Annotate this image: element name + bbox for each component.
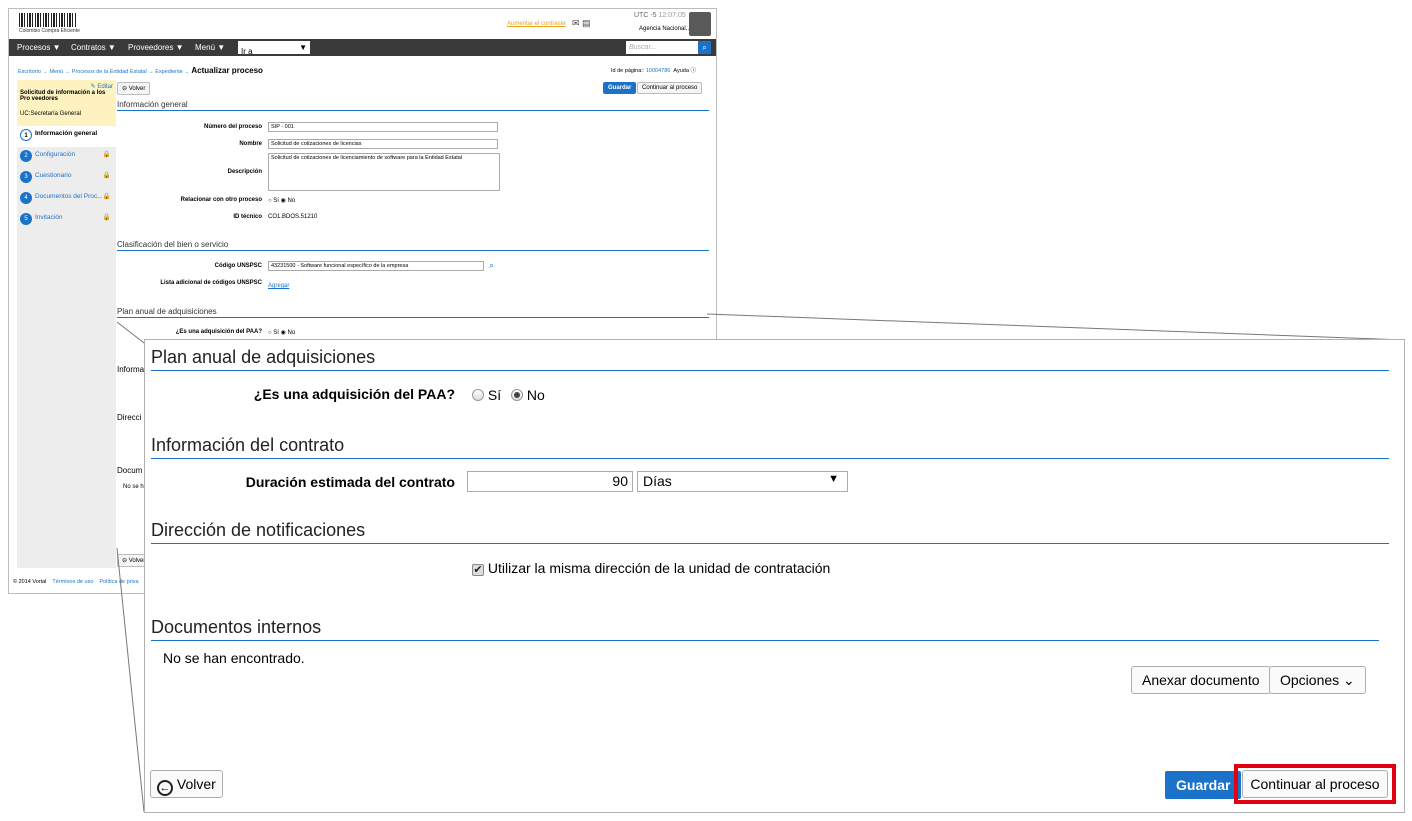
search-input[interactable]: Buscar... — [626, 41, 698, 54]
highlight-box: Continuar al proceso — [1234, 764, 1396, 804]
edit-link[interactable]: ✎ Editar — [20, 83, 113, 90]
section-contract: Información del contrato — [151, 435, 1389, 459]
back-arrow-icon: ← — [157, 780, 173, 796]
name-label: Nombre — [239, 141, 262, 147]
top-bar: Colombio Compra Eficiente Aumentar el co… — [9, 9, 716, 39]
step-informacion-general[interactable]: 1 Información general — [17, 126, 116, 147]
checkbox-checked-icon: ✔ — [472, 564, 484, 576]
nav-contratos[interactable]: Contratos ▼ — [71, 43, 116, 52]
logo-text: Colombio Compra Eficiente — [19, 28, 80, 34]
lock-icon: 🔒 — [102, 214, 111, 221]
back-button-small[interactable]: ⊖ Volver — [117, 82, 151, 95]
sidebar-header: ✎ Editar Solicitud de información a los … — [17, 80, 116, 126]
nav-proveedores[interactable]: Proveedores ▼ — [128, 43, 184, 52]
relate-radio[interactable]: ○ Sí ◉ No — [268, 197, 295, 204]
paa-label: ¿Es una adquisición del PAA? — [253, 386, 455, 402]
clock: UTC -5 12:07:05 — [634, 12, 686, 19]
step-invitacion[interactable]: 5 Invitación 🔒 — [17, 210, 116, 231]
unspsc-label: Código UNSPSC — [214, 263, 262, 269]
unspsc-field[interactable]: 43231500 - Software funcional específico… — [268, 261, 484, 271]
save-button[interactable]: Guardar — [1165, 771, 1242, 799]
chevron-down-icon: ⌄ — [1343, 672, 1355, 688]
paa-yes-radio[interactable] — [472, 389, 484, 401]
paa-radio[interactable]: ○ Sí ◉ No — [268, 329, 295, 336]
section-paa: Plan anual de adquisiciones — [151, 347, 1389, 371]
duration-input[interactable]: 90 — [467, 471, 633, 492]
nav-procesos[interactable]: Procesos ▼ — [17, 43, 61, 52]
chevron-down-icon: ▼ — [828, 473, 839, 485]
contrast-link[interactable]: Aumentar el contraste — [507, 21, 566, 27]
sidebar: ✎ Editar Solicitud de información a los … — [17, 80, 116, 568]
docs-empty-text: No se han encontrado. — [163, 650, 305, 666]
process-title: Solicitud de información a los Pro veedo… — [20, 90, 106, 102]
options-button[interactable]: Opciones ⌄ — [1269, 666, 1366, 694]
section-docs: Documentos internos — [151, 617, 1379, 641]
section-paa: Plan anual de adquisiciones — [117, 307, 709, 318]
section-notify-trunc: Direcci — [117, 413, 142, 422]
section-general: Información general — [117, 100, 709, 111]
num-field[interactable]: SIP - 001 — [268, 122, 498, 132]
continue-button[interactable]: Continuar al proceso — [1242, 770, 1388, 798]
paa-no-radio[interactable] — [511, 389, 524, 401]
nav-menu[interactable]: Menú ▼ — [195, 43, 225, 52]
search-icon[interactable]: ⌕ — [698, 41, 711, 54]
breadcrumb: Escritorio → Menú → Procesos de la Entid… — [18, 66, 263, 75]
avatar[interactable] — [689, 12, 711, 36]
duration-label: Duración estimada del contrato — [245, 474, 455, 490]
lock-icon: 🔒 — [102, 193, 111, 200]
name-field[interactable]: Solicitud de cotizaciones de licencias — [268, 139, 498, 149]
logo-icon — [19, 13, 77, 27]
section-docs-trunc: Docum — [117, 466, 143, 475]
step-documentos[interactable]: 4 Documentos del Proc... 🔒 — [17, 189, 116, 210]
relate-label: Relacionar con otro proceso — [180, 197, 262, 203]
footer: © 2014 Vortal Términos de uso Política de … — [13, 579, 139, 585]
docs-empty-trunc: No se h — [123, 484, 144, 490]
back-button[interactable]: ← Volver — [150, 770, 223, 798]
desc-field[interactable]: Solicitud de cotizaciones de licenciamie… — [268, 153, 500, 191]
step-cuestionario[interactable]: 3 Cuestionario 🔒 — [17, 168, 116, 189]
main-nav: Procesos ▼ Contratos ▼ Proveedores ▼ Men… — [9, 39, 716, 56]
attach-document-button[interactable]: Anexar documento — [1131, 666, 1271, 694]
add-link[interactable]: Agregar — [268, 283, 289, 289]
step-configuracion[interactable]: 2 Configuración 🔒 — [17, 147, 116, 168]
duration-unit-select[interactable]: Días ▼ — [637, 471, 848, 492]
terms-link[interactable]: Términos de uso — [52, 579, 93, 585]
process-unit: UC:Secretaría General — [20, 111, 82, 117]
desc-label: Descripción — [227, 169, 262, 175]
extra-label: Lista adicional de códigos UNSPSC — [160, 280, 262, 286]
notifications-icon[interactable]: ✉ ▤ — [572, 18, 591, 29]
continue-button-small[interactable]: Continuar al proceso — [637, 82, 703, 94]
page-id: Id de página:: 10004786 Ayuda ⓘ — [611, 68, 696, 74]
lock-icon: 🔒 — [102, 172, 111, 179]
privacy-link[interactable]: Política de priva — [99, 579, 138, 585]
section-class: Clasificación del bien o servicio — [117, 240, 709, 251]
tech-label: ID técnico — [233, 214, 262, 220]
search-icon[interactable]: ⌕ — [489, 260, 494, 271]
section-contract-trunc: Informa — [117, 365, 145, 374]
zoom-panel: Plan anual de adquisiciones ¿Es una adqu… — [144, 339, 1405, 813]
lock-icon: 🔒 — [102, 151, 111, 158]
same-address-checkbox[interactable]: ✔ Utilizar la misma dirección de la unid… — [472, 560, 830, 576]
goto-select[interactable]: Ir a ▼ — [238, 41, 310, 56]
save-button-small[interactable]: Guardar — [603, 82, 637, 94]
paa-radio-group: Sí No — [472, 387, 545, 403]
num-label: Número del proceso — [203, 124, 262, 130]
paa-label: ¿Es una adquisición del PAA? — [175, 329, 262, 335]
tech-value: CO1.BDOS.51210 — [268, 214, 318, 220]
section-notify: Dirección de notificaciones — [151, 520, 1389, 544]
